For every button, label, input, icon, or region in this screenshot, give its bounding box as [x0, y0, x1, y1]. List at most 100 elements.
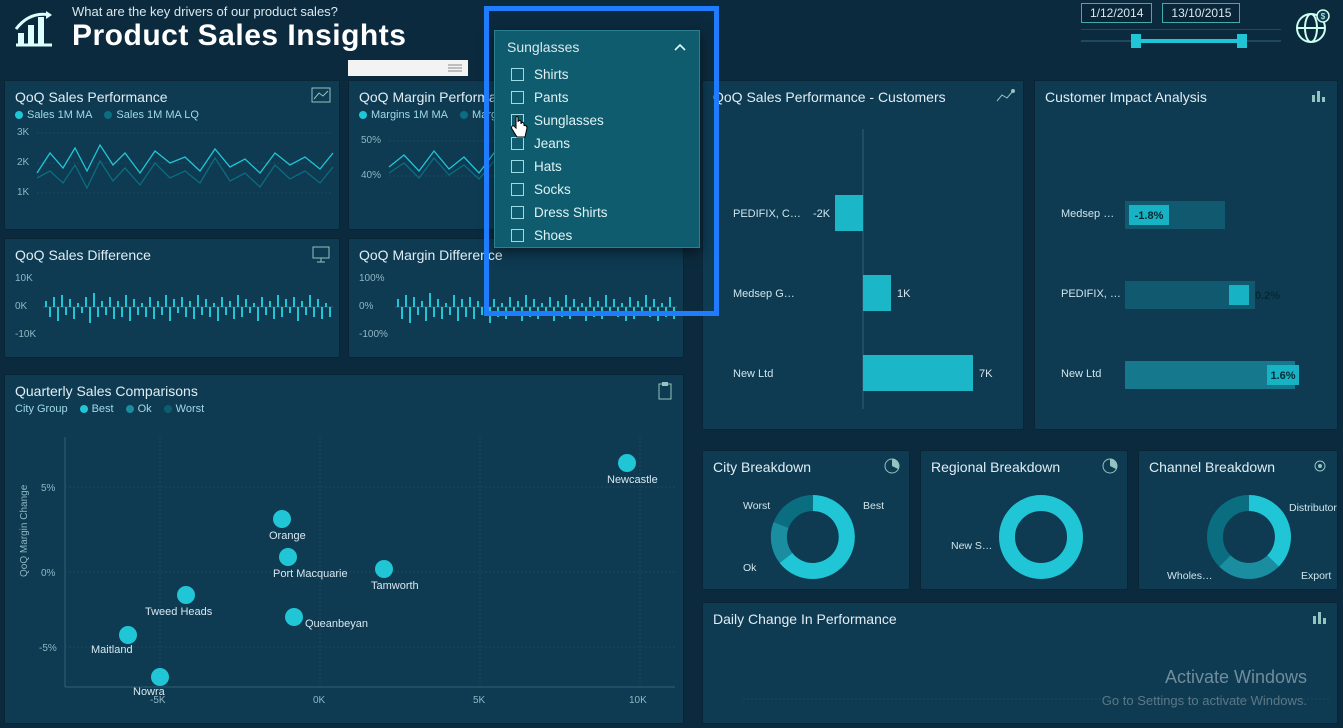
- card-qoq-margin-difference: QoQ Margin Difference 100% 0% -100%: [348, 238, 684, 358]
- product-dropdown[interactable]: Sunglasses ShirtsPants Sunglasses Jeans Hat…: [494, 30, 700, 248]
- svg-text:QoQ Margin Change: QoQ Margin Change: [19, 484, 30, 577]
- svg-text:Port Macquarie: Port Macquarie: [273, 568, 348, 580]
- svg-text:40%: 40%: [361, 170, 381, 181]
- svg-text:Tamworth: Tamworth: [371, 580, 419, 592]
- card-title: Daily Change In Performance: [713, 611, 1327, 627]
- dropdown-header[interactable]: Sunglasses: [495, 31, 699, 63]
- dropdown-option[interactable]: Pants: [495, 86, 699, 109]
- line-chart-icon[interactable]: [311, 87, 331, 105]
- chart-qoq-sales: 3K 2K 1K: [15, 123, 335, 213]
- svg-text:Orange: Orange: [269, 530, 306, 542]
- svg-text:0K: 0K: [15, 301, 28, 312]
- chevron-up-icon: [673, 42, 687, 52]
- dashboard-title: Product Sales Insights: [72, 19, 406, 53]
- checkbox-icon[interactable]: [511, 114, 524, 127]
- dropdown-option[interactable]: Shirts: [495, 63, 699, 86]
- checkbox-icon[interactable]: [511, 206, 524, 219]
- svg-text:New Ltd: New Ltd: [733, 368, 773, 380]
- globe-icon[interactable]: $: [1291, 8, 1331, 48]
- checkbox-icon[interactable]: [511, 137, 524, 150]
- bar-chart-icon[interactable]: [1311, 609, 1329, 627]
- svg-text:New S…: New S…: [951, 540, 992, 552]
- presentation-icon[interactable]: [311, 245, 331, 263]
- svg-text:Medsep …: Medsep …: [1061, 208, 1114, 220]
- card-title: Channel Breakdown: [1149, 459, 1327, 475]
- checkbox-icon[interactable]: [511, 91, 524, 104]
- svg-text:Best: Best: [863, 500, 884, 512]
- svg-text:1K: 1K: [897, 288, 911, 300]
- watermark-title: Activate Windows: [1165, 667, 1307, 688]
- card-title: Customer Impact Analysis: [1045, 89, 1327, 105]
- date-range-filter[interactable]: 1/12/2014 13/10/2015: [1081, 3, 1281, 51]
- checkbox-icon[interactable]: [511, 160, 524, 173]
- card-quarterly-sales: Quarterly Sales Comparisons City Group B…: [4, 374, 684, 724]
- dashboard-subtitle: What are the key drivers of our product …: [72, 4, 406, 19]
- svg-text:10K: 10K: [15, 273, 33, 284]
- dropdown-option[interactable]: Sunglasses: [495, 109, 699, 132]
- card-title: City Breakdown: [713, 459, 899, 475]
- dropdown-option[interactable]: Hats: [495, 155, 699, 178]
- pie-icon[interactable]: [883, 457, 901, 475]
- svg-text:10K: 10K: [629, 695, 647, 706]
- dropdown-option[interactable]: Socks: [495, 178, 699, 201]
- svg-text:Medsep G…: Medsep G…: [733, 288, 795, 300]
- svg-text:-2K: -2K: [813, 208, 831, 220]
- svg-text:2K: 2K: [17, 157, 30, 168]
- dropdown-option-label: Dress Shirts: [534, 205, 608, 220]
- card-window-chrome: [348, 60, 468, 76]
- sparkline-bars: [45, 293, 331, 323]
- svg-text:Newcastle: Newcastle: [607, 474, 658, 486]
- svg-text:0%: 0%: [359, 301, 374, 312]
- checkbox-icon[interactable]: [511, 68, 524, 81]
- card-qoq-sales-customers: QoQ Sales Performance - Customers PEDIFI…: [702, 80, 1024, 430]
- svg-text:Nowra: Nowra: [133, 686, 166, 698]
- dropdown-option-label: Jeans: [534, 136, 570, 151]
- settings-icon[interactable]: [1311, 457, 1329, 475]
- svg-text:7K: 7K: [979, 368, 993, 380]
- svg-text:New Ltd: New Ltd: [1061, 368, 1101, 380]
- bar-chart-icon[interactable]: [1309, 87, 1329, 105]
- chart-margin-diff: 100% 0% -100%: [359, 267, 679, 347]
- svg-text:1K: 1K: [17, 187, 30, 198]
- watermark-subtitle: Go to Settings to activate Windows.: [1102, 693, 1307, 708]
- legend-item: Ok: [138, 403, 152, 415]
- svg-text:Wholes…: Wholes…: [1167, 570, 1213, 582]
- svg-text:Tweed Heads: Tweed Heads: [145, 606, 213, 618]
- dropdown-option-label: Socks: [534, 182, 571, 197]
- dropdown-option-label: Sunglasses: [534, 113, 604, 128]
- svg-text:Distributor: Distributor: [1289, 502, 1337, 514]
- legend-item: Best: [92, 403, 114, 415]
- dropdown-option-label: Hats: [534, 159, 562, 174]
- svg-text:-5%: -5%: [39, 643, 57, 654]
- date-end[interactable]: 13/10/2015: [1162, 3, 1240, 23]
- date-start[interactable]: 1/12/2014: [1081, 3, 1152, 23]
- card-title: QoQ Sales Performance: [15, 89, 329, 105]
- svg-text:-100%: -100%: [359, 329, 388, 340]
- chart-customer-impact: Medsep … -1.8% PEDIFIX, … 0.2% New Ltd 1…: [1045, 109, 1335, 419]
- card-regional-breakdown: Regional Breakdown New S…: [920, 450, 1128, 590]
- card-city-breakdown: City Breakdown Worst Ok Best: [702, 450, 910, 590]
- checkbox-icon[interactable]: [511, 229, 524, 242]
- legend-item: Margins 1M MA: [371, 109, 448, 121]
- legend-item: Worst: [176, 403, 205, 415]
- card-title: Quarterly Sales Comparisons: [15, 383, 673, 399]
- date-slider[interactable]: [1081, 29, 1281, 51]
- dropdown-option[interactable]: Shoes: [495, 224, 699, 247]
- drag-handle-icon[interactable]: [448, 63, 462, 73]
- svg-text:1.6%: 1.6%: [1270, 370, 1295, 382]
- dropdown-option[interactable]: Dress Shirts: [495, 201, 699, 224]
- svg-text:Queanbeyan: Queanbeyan: [305, 618, 368, 630]
- svg-text:-10K: -10K: [15, 329, 36, 340]
- card-title: QoQ Sales Performance - Customers: [713, 89, 1013, 105]
- dropdown-option[interactable]: Jeans: [495, 132, 699, 155]
- chart-icon[interactable]: [995, 87, 1015, 105]
- checkbox-icon[interactable]: [511, 183, 524, 196]
- chart-city-donut: Worst Ok Best: [713, 479, 913, 584]
- clipboard-icon[interactable]: [655, 381, 675, 401]
- dropdown-list[interactable]: ShirtsPants Sunglasses Jeans Hats Socks Dress…: [495, 63, 699, 247]
- chart-sales-customers: PEDIFIX, C… -2K Medsep G… 1K New Ltd 7K: [713, 109, 1023, 419]
- svg-text:Maitland: Maitland: [91, 644, 133, 656]
- pie-icon[interactable]: [1101, 457, 1119, 475]
- dashboard-header: What are the key drivers of our product …: [10, 4, 406, 53]
- legend-item: Sales 1M MA: [27, 109, 92, 121]
